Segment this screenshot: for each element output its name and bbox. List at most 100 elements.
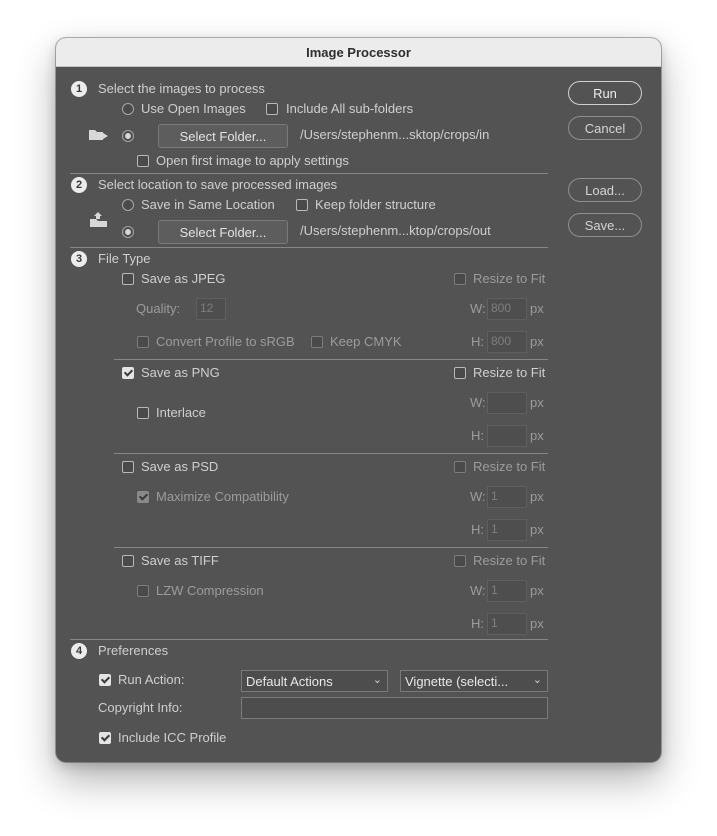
save-as-psd-label: Save as PSD [141, 459, 219, 474]
select-folder-destination-radio[interactable] [122, 226, 134, 238]
save-as-jpeg-checkbox[interactable] [122, 273, 134, 285]
maximize-compatibility-label: Maximize Compatibility [156, 489, 289, 504]
keep-folder-structure-checkbox[interactable] [296, 199, 308, 211]
psd-resize-checkbox[interactable] [454, 461, 466, 473]
jpeg-height-field[interactable]: 800 [487, 331, 527, 353]
select-destination-folder-label: Select Folder... [179, 224, 267, 240]
copyright-label: Copyright Info: [98, 700, 183, 715]
title-bar: Image Processor [56, 38, 661, 67]
tiff-height-unit: px [530, 616, 544, 631]
select-folder-source-radio[interactable] [122, 130, 134, 142]
include-icc-label: Include ICC Profile [118, 730, 227, 745]
tiff-width-field[interactable]: 1 [487, 580, 527, 602]
select-source-folder-label: Select Folder... [179, 128, 267, 144]
keep-cmyk-label: Keep CMYK [330, 334, 402, 349]
action-select[interactable]: Vignette (selecti... ⌄ [400, 670, 548, 692]
section-2-heading: Select location to save processed images [98, 177, 338, 192]
maximize-compatibility-checkbox[interactable] [137, 491, 149, 503]
include-icc-checkbox[interactable] [99, 732, 111, 744]
tiff-width-unit: px [530, 583, 544, 598]
save-button-label: Save... [584, 217, 626, 233]
chevron-down-icon: ⌄ [532, 674, 542, 686]
png-resize-label: Resize to Fit [473, 365, 546, 380]
section-1-heading: Select the images to process [98, 81, 265, 96]
jpeg-width-field[interactable]: 800 [487, 298, 527, 320]
psd-width-label: W: [470, 489, 486, 504]
save-same-location-radio[interactable] [122, 199, 134, 211]
save-as-jpeg-label: Save as JPEG [141, 271, 226, 286]
tiff-resize-checkbox[interactable] [454, 555, 466, 567]
jpeg-height-label: H: [471, 334, 484, 349]
include-subfolders-checkbox[interactable] [266, 103, 278, 115]
cancel-button[interactable]: Cancel [568, 116, 642, 140]
save-same-location-label: Save in Same Location [141, 197, 275, 212]
psd-height-field[interactable]: 1 [487, 519, 527, 541]
tiff-height-label: H: [471, 616, 484, 631]
image-processor-dialog: Image Processor Run Cancel Load... Save.… [56, 38, 661, 762]
tiff-resize-label: Resize to Fit [473, 553, 546, 568]
save-as-psd-checkbox[interactable] [122, 461, 134, 473]
select-destination-folder-button[interactable]: Select Folder... [158, 220, 288, 244]
png-resize-checkbox[interactable] [454, 367, 466, 379]
png-height-field[interactable] [487, 425, 527, 447]
save-as-png-checkbox[interactable] [122, 367, 134, 379]
jpeg-quality-label: Quality: [136, 301, 181, 316]
open-first-image-checkbox[interactable] [137, 155, 149, 167]
save-button[interactable]: Save... [568, 213, 642, 237]
keep-folder-structure-label: Keep folder structure [315, 197, 436, 212]
filetype-separator [114, 359, 548, 360]
filetype-separator [114, 547, 548, 548]
save-as-tiff-checkbox[interactable] [122, 555, 134, 567]
section-separator [70, 173, 548, 174]
psd-width-unit: px [530, 489, 544, 504]
run-button[interactable]: Run [568, 81, 642, 105]
action-set-select[interactable]: Default Actions ⌄ [241, 670, 388, 692]
folder-save-icon [90, 212, 107, 227]
include-subfolders-label: Include All sub-folders [286, 101, 414, 116]
convert-srgb-checkbox[interactable] [137, 336, 149, 348]
open-first-image-label: Open first image to apply settings [156, 153, 349, 168]
filetype-separator [114, 453, 548, 454]
load-button[interactable]: Load... [568, 178, 642, 202]
section-3-heading: File Type [98, 251, 151, 266]
psd-height-unit: px [530, 522, 544, 537]
interlace-checkbox[interactable] [137, 407, 149, 419]
section-separator [70, 639, 548, 640]
section-3-number: 3 [71, 251, 87, 267]
psd-resize-label: Resize to Fit [473, 459, 546, 474]
convert-srgb-label: Convert Profile to sRGB [156, 334, 295, 349]
save-as-tiff-label: Save as TIFF [141, 553, 219, 568]
lzw-compression-checkbox[interactable] [137, 585, 149, 597]
jpeg-height-unit: px [530, 334, 544, 349]
psd-width-field[interactable]: 1 [487, 486, 527, 508]
jpeg-quality-field[interactable]: 12 [196, 298, 226, 320]
run-button-label: Run [593, 85, 617, 101]
section-4-number: 4 [71, 643, 87, 659]
run-action-label: Run Action: [118, 672, 185, 687]
use-open-images-radio[interactable] [122, 103, 134, 115]
png-width-field[interactable] [487, 392, 527, 414]
jpeg-width-unit: px [530, 301, 544, 316]
source-folder-path: /Users/stephenm...sktop/crops/in [300, 127, 490, 142]
action-value: Vignette (selecti... [405, 674, 509, 689]
png-width-label: W: [470, 395, 486, 410]
select-source-folder-button[interactable]: Select Folder... [158, 124, 288, 148]
run-action-checkbox[interactable] [99, 674, 111, 686]
copyright-field[interactable] [241, 697, 548, 719]
tiff-height-field[interactable]: 1 [487, 613, 527, 635]
chevron-down-icon: ⌄ [372, 674, 382, 686]
action-set-value: Default Actions [246, 674, 333, 689]
keep-cmyk-checkbox[interactable] [311, 336, 323, 348]
jpeg-resize-checkbox[interactable] [454, 273, 466, 285]
cancel-button-label: Cancel [584, 120, 626, 136]
load-button-label: Load... [585, 182, 625, 198]
png-height-label: H: [471, 428, 484, 443]
interlace-label: Interlace [156, 405, 206, 420]
section-1-number: 1 [71, 81, 87, 97]
png-width-unit: px [530, 395, 544, 410]
psd-height-label: H: [471, 522, 484, 537]
jpeg-resize-label: Resize to Fit [473, 271, 546, 286]
section-2-number: 2 [71, 177, 87, 193]
lzw-compression-label: LZW Compression [156, 583, 264, 598]
destination-folder-path: /Users/stephenm...ktop/crops/out [300, 223, 491, 238]
